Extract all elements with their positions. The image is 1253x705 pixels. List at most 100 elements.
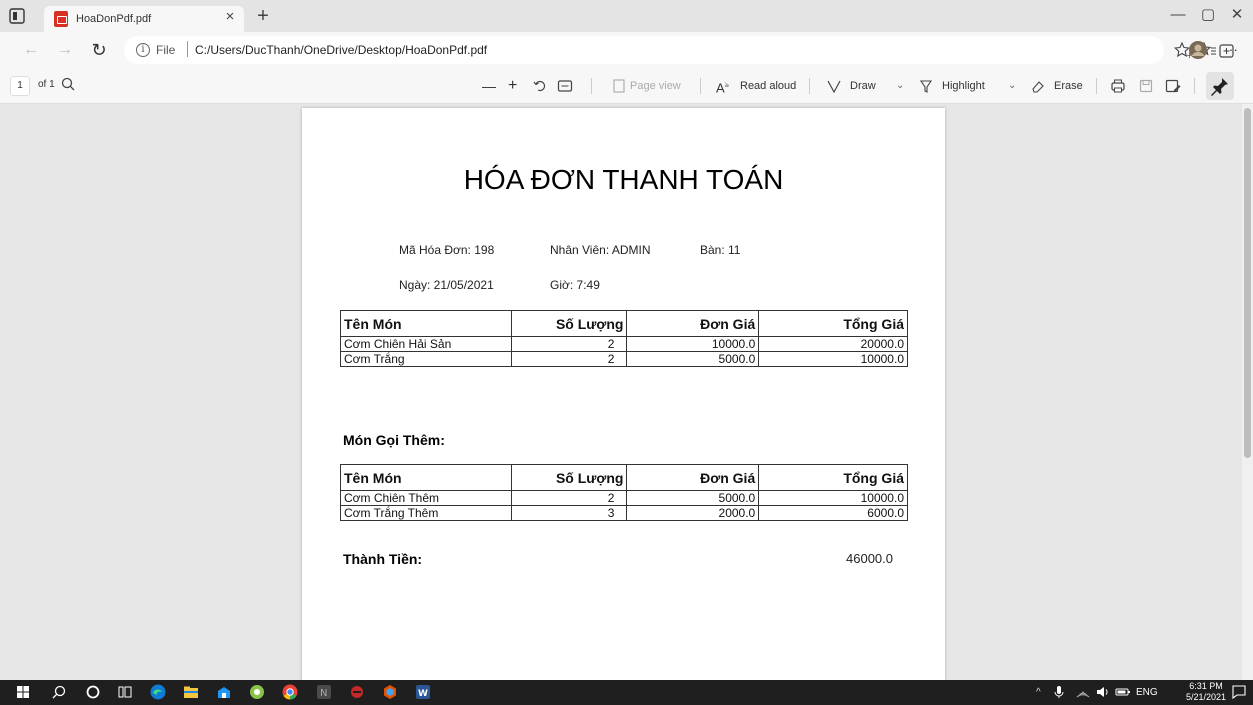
print-icon[interactable] xyxy=(1110,76,1126,96)
table-row: Cơm Trắng 2 5000.0 10000.0 xyxy=(340,351,908,367)
app-green-icon[interactable] xyxy=(248,683,266,701)
show-hidden-icons-icon[interactable]: ^ xyxy=(1036,687,1041,698)
item-quantity: 2 xyxy=(510,351,628,367)
svg-text:N: N xyxy=(320,688,327,699)
save-as-icon[interactable] xyxy=(1164,76,1182,96)
extra-items-label: Món Gọi Thêm: xyxy=(343,432,445,448)
windows-taskbar: N W ^ ENG 6:31 PM 5/21/2021 xyxy=(0,680,1253,705)
chrome-icon[interactable] xyxy=(281,683,299,701)
rotate-icon[interactable] xyxy=(532,76,548,96)
page-count: of 1 xyxy=(38,79,55,90)
back-button[interactable]: ← xyxy=(20,39,42,61)
word-icon[interactable]: W xyxy=(414,683,432,701)
fit-to-width-icon[interactable] xyxy=(557,76,573,96)
read-aloud-button[interactable]: Read aloud xyxy=(740,76,796,96)
onenote-icon[interactable]: N xyxy=(315,683,333,701)
volume-icon[interactable] xyxy=(1094,683,1112,701)
clock-date: 5/21/2021 xyxy=(1186,692,1227,702)
window-close-button[interactable]: ✕ xyxy=(1222,2,1252,28)
file-explorer-icon[interactable] xyxy=(182,683,200,701)
toolbar-separator xyxy=(700,78,701,94)
erase-button[interactable]: Erase xyxy=(1054,76,1083,96)
item-unit-price: 5000.0 xyxy=(626,490,760,506)
forward-button[interactable]: → xyxy=(54,39,76,61)
header-total-price: Tổng Giá xyxy=(758,464,908,491)
edge-browser-icon[interactable] xyxy=(149,683,167,701)
address-separator xyxy=(187,41,188,57)
highlight-button[interactable]: Highlight xyxy=(942,76,985,96)
new-tab-button[interactable]: + xyxy=(252,5,274,27)
pdf-file-icon xyxy=(54,11,68,27)
pdf-page: HÓA ĐƠN THANH TOÁN Mã Hóa Đơn: 198 Nhân … xyxy=(302,108,945,680)
taskbar-clock[interactable]: 6:31 PM 5/21/2021 xyxy=(1186,681,1226,703)
header-item-name: Tên Món xyxy=(340,464,512,491)
item-unit-price: 2000.0 xyxy=(626,505,760,521)
vertical-scrollbar[interactable] xyxy=(1242,104,1253,680)
window-minimize-button[interactable]: — xyxy=(1163,2,1193,28)
invoice-time: Giờ: 7:49 xyxy=(550,278,600,292)
cortana-icon[interactable] xyxy=(84,683,102,701)
read-aloud-icon: A৯ xyxy=(716,80,730,96)
item-unit-price: 10000.0 xyxy=(626,336,760,352)
page-view-button[interactable]: Page view xyxy=(630,76,681,96)
store-icon[interactable] xyxy=(215,683,233,701)
invoice-table-no: Bàn: 11 xyxy=(700,243,741,257)
table-row: Cơm Chiên Thêm 2 5000.0 10000.0 xyxy=(340,490,908,506)
header-unit-price: Đơn Giá xyxy=(626,310,760,337)
windows-start-icon[interactable] xyxy=(14,683,32,701)
toolbar-separator xyxy=(809,78,810,94)
item-name: Cơm Trắng xyxy=(340,351,512,367)
profile-avatar[interactable] xyxy=(1187,39,1209,61)
header-item-name: Tên Món xyxy=(340,310,512,337)
highlight-chevron-down-icon[interactable]: ⌄ xyxy=(1008,76,1016,96)
address-toolbar: ← → ↻ i File C:/Users/DucThanh/OneDrive/… xyxy=(0,32,1253,68)
search-icon[interactable] xyxy=(60,76,76,95)
tab-actions-icon[interactable] xyxy=(8,7,26,25)
page-view-icon xyxy=(612,76,626,96)
search-icon[interactable] xyxy=(50,683,68,701)
total-value: 46000.0 xyxy=(846,551,893,566)
address-bar[interactable]: i File C:/Users/DucThanh/OneDrive/Deskto… xyxy=(124,36,1164,64)
input-language[interactable]: ENG xyxy=(1136,687,1158,698)
more-menu-icon[interactable]: ··· xyxy=(1220,39,1242,61)
info-icon[interactable]: i xyxy=(136,43,150,57)
tab-title: HoaDonPdf.pdf xyxy=(76,13,152,25)
invoice-title: HÓA ĐƠN THANH TOÁN xyxy=(463,164,784,195)
header-quantity: Số Lượng xyxy=(510,464,628,491)
scrollbar-thumb[interactable] xyxy=(1244,108,1251,458)
draw-button[interactable]: Draw xyxy=(850,76,876,96)
pin-icon xyxy=(1211,78,1228,96)
item-name: Cơm Chiên Hải Sản xyxy=(340,336,512,352)
notification-center-icon[interactable] xyxy=(1230,683,1248,701)
erase-icon xyxy=(1030,76,1046,96)
microphone-icon[interactable] xyxy=(1050,683,1068,701)
page-number-input[interactable]: 1 xyxy=(10,76,30,96)
pin-toolbar-button[interactable] xyxy=(1206,72,1234,100)
save-icon[interactable] xyxy=(1138,76,1154,96)
item-quantity: 2 xyxy=(510,490,628,506)
toolbar-separator xyxy=(591,78,592,94)
pdf-viewer[interactable]: HÓA ĐƠN THANH TOÁN Mã Hóa Đơn: 198 Nhân … xyxy=(0,104,1253,680)
zoom-in-button[interactable]: + xyxy=(508,76,517,96)
invoice-id: Mã Hóa Đơn: 198 xyxy=(399,243,495,257)
item-unit-price: 5000.0 xyxy=(626,351,760,367)
network-icon[interactable] xyxy=(1074,683,1092,701)
task-view-icon[interactable] xyxy=(116,683,134,701)
header-total-price: Tổng Giá xyxy=(758,310,908,337)
refresh-button[interactable]: ↻ xyxy=(88,39,110,61)
total-label: Thành Tiền: xyxy=(343,551,423,567)
item-name: Cơm Trắng Thêm xyxy=(340,505,512,521)
address-url[interactable]: C:/Users/DucThanh/OneDrive/Desktop/HoaDo… xyxy=(195,43,487,57)
battery-icon[interactable] xyxy=(1114,683,1132,701)
item-quantity: 2 xyxy=(510,336,628,352)
zoom-out-button[interactable]: — xyxy=(482,76,496,96)
app-hexagon-icon[interactable] xyxy=(381,683,399,701)
app-red-icon[interactable] xyxy=(348,683,366,701)
browser-tab[interactable]: HoaDonPdf.pdf × xyxy=(44,6,244,32)
item-total-price: 10000.0 xyxy=(758,351,908,367)
window-maximize-button[interactable]: ▢ xyxy=(1193,2,1223,28)
draw-chevron-down-icon[interactable]: ⌄ xyxy=(896,76,904,96)
invoice-staff: Nhân Viên: ADMIN xyxy=(550,243,651,257)
item-total-price: 10000.0 xyxy=(758,490,908,506)
tab-close-button[interactable]: × xyxy=(222,9,238,25)
